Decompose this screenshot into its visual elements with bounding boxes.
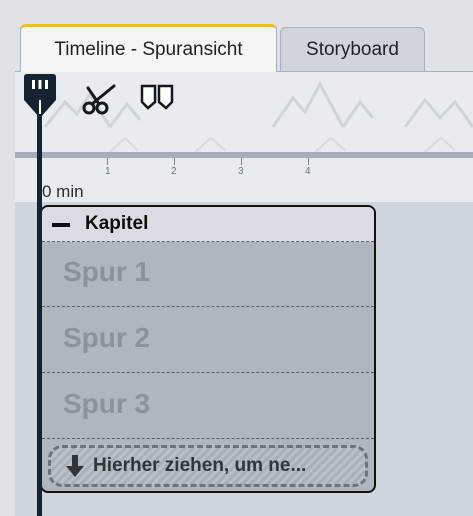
chapter-block[interactable]: Kapitel Spur 1 Spur 2 Spur 3 Hierher zie… — [40, 205, 376, 493]
track-1[interactable]: Spur 1 — [42, 241, 374, 307]
collapse-icon[interactable] — [52, 223, 70, 227]
ruler-tick-label: 4 — [305, 166, 311, 177]
marker-icon[interactable] — [140, 84, 174, 110]
time-ruler[interactable]: 1 2 3 4 — [15, 158, 473, 202]
ruler-tick — [308, 158, 309, 165]
track-3[interactable]: Spur 3 — [42, 373, 374, 439]
chapter-header[interactable]: Kapitel — [42, 207, 374, 242]
ruler-zero-label: 0 min — [42, 182, 84, 201]
drop-zone-label: Hierher ziehen, um ne... — [93, 455, 307, 476]
tab-timeline[interactable]: Timeline - Spuransicht — [20, 24, 277, 72]
tab-storyboard-label: Storyboard — [306, 38, 399, 60]
drop-zone[interactable]: Hierher ziehen, um ne... — [48, 445, 368, 487]
playhead-icon[interactable] — [23, 74, 57, 120]
chapter-title: Kapitel — [85, 213, 149, 234]
ruler-tick-label: 3 — [238, 166, 244, 177]
arrow-down-icon — [66, 455, 84, 477]
tab-storyboard[interactable]: Storyboard — [280, 27, 425, 71]
track-2[interactable]: Spur 2 — [42, 307, 374, 373]
track-label: Spur 1 — [63, 256, 151, 287]
ruler-tick-label: 2 — [171, 166, 177, 177]
ruler-tick-label: 1 — [105, 166, 111, 177]
tab-timeline-label: Timeline - Spuransicht — [54, 38, 243, 60]
playhead-line[interactable] — [37, 112, 42, 516]
track-label: Spur 2 — [63, 322, 151, 353]
ruler-tick — [107, 158, 108, 165]
ruler-tick — [241, 158, 242, 165]
ruler-tick — [174, 158, 175, 165]
track-label: Spur 3 — [63, 388, 151, 419]
scissors-icon[interactable] — [80, 82, 118, 116]
